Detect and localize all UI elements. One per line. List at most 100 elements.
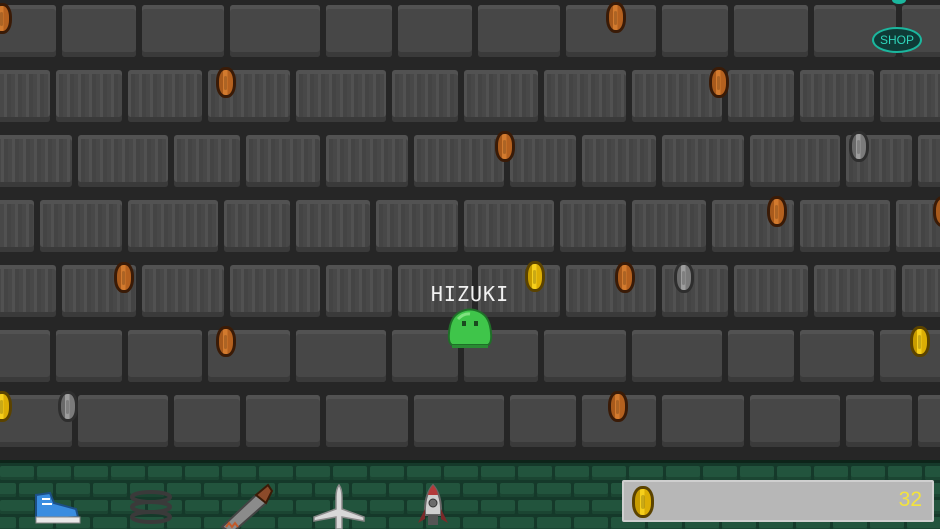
wall-brick xyxy=(398,5,472,57)
bronze-coin xyxy=(216,326,236,357)
floor-brick xyxy=(888,466,922,480)
airplane-item[interactable] xyxy=(310,483,368,529)
coin-count: 32 xyxy=(898,488,922,511)
floor-brick xyxy=(185,500,219,514)
player-name-label: HIZUKI xyxy=(430,282,510,306)
wall-brick xyxy=(510,395,576,447)
wall-brick xyxy=(800,330,874,382)
wall-brick xyxy=(734,5,808,57)
wall-brick xyxy=(0,200,34,252)
floor-brick xyxy=(666,466,700,480)
wall-brick xyxy=(918,135,940,187)
floor-brick xyxy=(814,466,848,480)
wall-brick xyxy=(0,265,56,317)
wall-brick xyxy=(174,135,240,187)
sneaker-icon xyxy=(35,491,81,524)
wall-brick xyxy=(662,265,728,317)
floor-brick xyxy=(481,466,515,480)
wall-brick xyxy=(750,135,840,187)
floor-brick xyxy=(278,483,312,497)
spring-icon xyxy=(130,490,172,524)
game-stage: SHOP HIZUKI 32 xyxy=(0,0,940,529)
wall-brick xyxy=(800,200,890,252)
floor-brick xyxy=(278,517,312,529)
wall-brick xyxy=(632,330,722,382)
airplane-icon xyxy=(313,483,365,529)
wall-brick xyxy=(142,265,224,317)
wall-brick xyxy=(414,135,504,187)
wall-brick-row xyxy=(0,132,940,190)
bronze-coin xyxy=(709,67,729,98)
floor-brick xyxy=(500,517,534,529)
wall-brick xyxy=(544,330,626,382)
wall-brick xyxy=(0,70,50,122)
floor-brick xyxy=(333,466,367,480)
wall-brick-row xyxy=(0,2,940,60)
wall-brick xyxy=(326,395,408,447)
floor-brick xyxy=(592,500,626,514)
wall-brick xyxy=(560,200,626,252)
wall-brick xyxy=(464,70,538,122)
floor-brick xyxy=(925,466,940,480)
floor-brick xyxy=(444,466,478,480)
wall-brick xyxy=(128,200,218,252)
shop-button[interactable]: SHOP xyxy=(872,27,922,53)
wall-brick xyxy=(632,200,706,252)
wall-brick-row xyxy=(0,392,940,450)
floor-brick xyxy=(463,483,497,497)
floor-brick xyxy=(592,466,626,480)
wall-brick xyxy=(728,330,794,382)
floor-brick xyxy=(518,466,552,480)
spring-item[interactable] xyxy=(122,483,180,529)
floor-brick xyxy=(555,500,589,514)
wall-brick xyxy=(0,135,72,187)
wall-brick xyxy=(464,200,554,252)
bronze-coin xyxy=(606,2,626,33)
slime-player xyxy=(446,307,494,349)
wall-brick xyxy=(296,330,386,382)
wall-brick xyxy=(918,395,940,447)
wall-brick xyxy=(326,135,408,187)
wall-brick xyxy=(56,70,122,122)
coin-counter-icon xyxy=(632,486,654,518)
wall-brick xyxy=(392,70,458,122)
floor-brick xyxy=(0,466,34,480)
wall-brick xyxy=(734,265,808,317)
saw-item[interactable] xyxy=(216,483,274,529)
floor-brick xyxy=(463,517,497,529)
silver-coin xyxy=(849,131,869,162)
wall-brick xyxy=(662,5,728,57)
floor-brick xyxy=(518,500,552,514)
wall-brick xyxy=(728,70,794,122)
floor-brick xyxy=(111,466,145,480)
wall-brick xyxy=(902,265,940,317)
sneaker-item[interactable] xyxy=(28,483,86,529)
wall-brick xyxy=(128,70,202,122)
wall-brick xyxy=(246,395,320,447)
floor-brick xyxy=(500,483,534,497)
wall-brick xyxy=(224,200,290,252)
floor-brick xyxy=(370,466,404,480)
floor-brick xyxy=(851,466,885,480)
wall-brick xyxy=(750,395,840,447)
floor-brick xyxy=(537,517,571,529)
bronze-coin xyxy=(767,196,787,227)
coin-counter: 32 xyxy=(622,480,934,522)
wall-brick xyxy=(78,395,168,447)
bronze-coin xyxy=(495,131,515,162)
floor-brick xyxy=(148,466,182,480)
wall-brick xyxy=(662,395,744,447)
rocket-item[interactable] xyxy=(404,483,462,529)
floor-brick xyxy=(481,500,515,514)
wall-brick xyxy=(230,265,320,317)
floor-brick xyxy=(370,500,404,514)
bronze-coin xyxy=(216,67,236,98)
wall-brick xyxy=(326,265,392,317)
floor-brick xyxy=(296,466,330,480)
wall-brick xyxy=(376,200,458,252)
floor-brick xyxy=(555,466,589,480)
silver-coin xyxy=(58,391,78,422)
floor-brick xyxy=(703,466,737,480)
rocket-icon xyxy=(418,483,448,525)
gold-coin xyxy=(910,326,930,357)
